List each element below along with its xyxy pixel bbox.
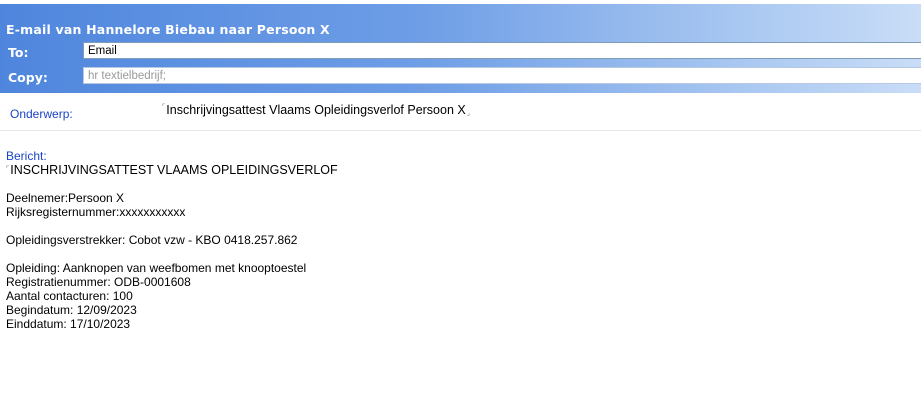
subject-label: Onderwerp: xyxy=(10,107,73,121)
message-heading: INSCHRIJVINGSATTEST VLAAMS OPLEIDINGSVER… xyxy=(10,163,338,177)
message-label: Bericht: xyxy=(6,149,47,163)
subject-row: Onderwerp: ⌜Inschrijvingsattest Vlaams O… xyxy=(0,96,921,131)
to-row: To: Email xyxy=(0,42,921,62)
email-header-title: E-mail van Hannelore Biebau naar Persoon… xyxy=(6,22,330,37)
start-date-line: Begindatum: 12/09/2023 xyxy=(6,303,137,317)
participant-line: Deelnemer:Persoon X xyxy=(6,191,125,205)
field-end-marker-icon: ⌟ xyxy=(466,110,471,117)
field-start-marker-icon: ⌜ xyxy=(6,166,10,173)
training-line: Opleiding: Aanknopen van weefbomen met k… xyxy=(6,261,307,275)
contact-hours-line: Aantal contacturen: 100 xyxy=(6,289,133,303)
to-field[interactable]: Email xyxy=(83,42,921,59)
copy-row: Copy: hr textielbedrijf; xyxy=(0,67,921,87)
copy-label: Copy: xyxy=(8,70,48,85)
copy-field[interactable]: hr textielbedrijf; xyxy=(83,67,921,84)
end-date-line: Einddatum: 17/10/2023 xyxy=(6,317,131,331)
subject-text: Inschrijvingsattest Vlaams Opleidingsver… xyxy=(166,103,466,117)
field-start-marker-icon: ⌜ xyxy=(162,104,166,111)
registration-number-line: Registratienummer: ODB-0001608 xyxy=(6,275,191,289)
to-label: To: xyxy=(8,45,29,60)
national-register-line: Rijksregisternummer:xxxxxxxxxxx xyxy=(6,205,186,219)
message-heading-line: ⌜INSCHRIJVINGSATTEST VLAAMS OPLEIDINGSVE… xyxy=(6,163,906,177)
message-body[interactable]: ⌜INSCHRIJVINGSATTEST VLAAMS OPLEIDINGSVE… xyxy=(6,163,906,331)
email-header: E-mail van Hannelore Biebau naar Persoon… xyxy=(0,4,921,93)
subject-field[interactable]: ⌜Inschrijvingsattest Vlaams Opleidingsve… xyxy=(162,103,470,117)
provider-line: Opleidingsverstrekker: Cobot vzw - KBO 0… xyxy=(6,233,298,247)
